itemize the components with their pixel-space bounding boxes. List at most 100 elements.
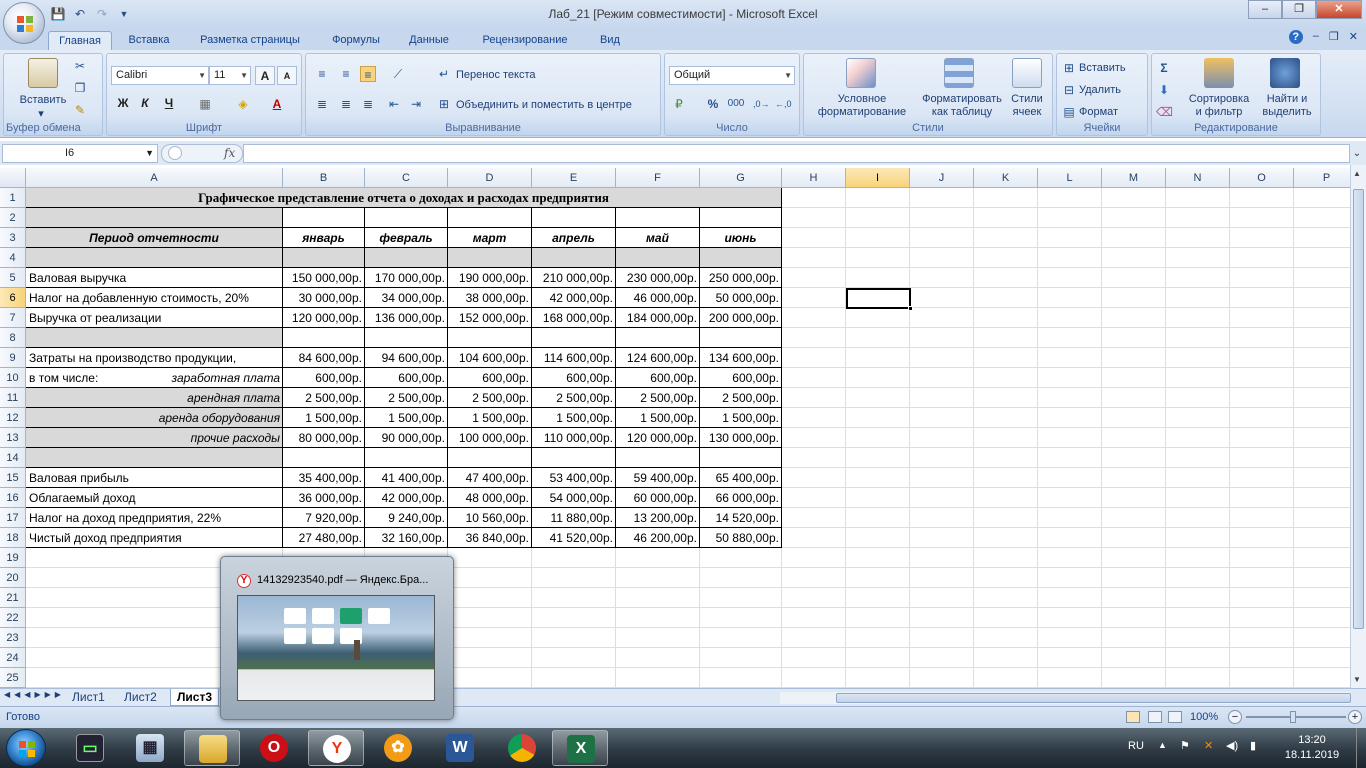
align-middle-icon[interactable]: ≡ [338,66,354,82]
align-left-icon[interactable]: ≣ [314,96,330,112]
column-header-F[interactable]: F [616,168,700,188]
column-header-P[interactable]: P [1294,168,1350,188]
paste-dropdown-icon[interactable]: ▾ [36,108,46,121]
taskbar-settings[interactable]: ✿ [370,730,426,766]
table-cell[interactable] [283,328,365,348]
row-header-1[interactable]: 1 [0,188,26,208]
value-cell[interactable]: 600,00р. [283,368,365,388]
row-header-10[interactable]: 10 [0,368,26,388]
show-desktop-button[interactable] [1356,728,1366,768]
format-painter-icon[interactable]: ✎ [72,102,88,118]
shrink-font-button[interactable]: A [277,66,297,85]
taskbar-word[interactable]: W [432,730,488,766]
value-cell[interactable]: 59 400,00р. [616,468,700,488]
tab-page-layout[interactable]: Разметка страницы [188,31,312,50]
column-header-G[interactable]: G [700,168,782,188]
wrap-text-button[interactable]: Перенос текста [456,69,536,81]
value-cell[interactable]: 2 500,00р. [448,388,532,408]
font-family-combo[interactable]: Calibri ▼ [111,66,209,85]
value-cell[interactable]: 54 000,00р. [532,488,616,508]
office-button[interactable] [3,2,45,44]
network-icon[interactable]: ▮ [1250,739,1256,752]
tray-app-icon[interactable]: ✕ [1204,739,1213,752]
column-header-C[interactable]: C [365,168,448,188]
table-cell[interactable] [616,448,700,468]
row-header-3[interactable]: 3 [0,228,26,248]
table-cell[interactable] [26,328,283,348]
month-header[interactable]: январь [283,228,365,248]
select-all-corner[interactable] [0,168,26,188]
tab-home[interactable]: Главная [48,31,112,50]
row-header-16[interactable]: 16 [0,488,26,508]
page-layout-view-icon[interactable] [1148,711,1162,723]
tab-insert[interactable]: Вставка [118,31,180,50]
value-cell[interactable]: 150 000,00р. [283,268,365,288]
percent-button[interactable]: % [705,96,721,112]
tab-view[interactable]: Вид [588,31,632,50]
close-button[interactable]: ✕ [1316,0,1362,19]
row-header-4[interactable]: 4 [0,248,26,268]
font-size-combo[interactable]: 11 ▼ [209,66,251,85]
value-cell[interactable]: 120 000,00р. [283,308,365,328]
sort-filter-button[interactable]: Сортировка и фильтр [1186,93,1252,119]
ribbon-restore-icon[interactable]: ❐ [1329,30,1339,44]
clock-time[interactable]: 13:20 [1282,734,1342,746]
orientation-icon[interactable]: ⟋ [390,66,406,82]
value-cell[interactable]: 2 500,00р. [365,388,448,408]
value-cell[interactable]: 65 400,00р. [700,468,782,488]
fill-handle[interactable] [908,306,913,311]
value-cell[interactable]: 2 500,00р. [700,388,782,408]
value-cell[interactable]: 13 200,00р. [616,508,700,528]
name-box[interactable]: I6 ▼ [2,144,158,163]
value-cell[interactable]: 2 500,00р. [283,388,365,408]
column-header-M[interactable]: M [1102,168,1166,188]
row-label[interactable]: Затраты на производство продукции, [26,348,283,368]
table-cell[interactable] [532,328,616,348]
table-cell[interactable] [700,328,782,348]
value-cell[interactable]: 168 000,00р. [532,308,616,328]
value-cell[interactable]: 1 500,00р. [365,408,448,428]
insert-cells-icon[interactable]: ⊞ [1061,60,1077,76]
value-cell[interactable]: 9 240,00р. [365,508,448,528]
italic-button[interactable]: К [135,94,155,113]
underline-button[interactable]: Ч [159,94,179,113]
column-header-B[interactable]: B [283,168,365,188]
table-cell[interactable] [616,328,700,348]
scroll-up-icon[interactable]: ▲ [1353,169,1361,178]
volume-icon[interactable]: ◀) [1226,739,1238,752]
fill-color-icon[interactable]: ◈ [235,96,251,112]
number-format-combo[interactable]: Общий ▼ [669,66,795,85]
align-top-icon[interactable]: ≡ [314,66,330,82]
merge-center-button[interactable]: Объединить и поместить в центре [456,99,632,111]
column-header-H[interactable]: H [782,168,846,188]
taskbar-terminal[interactable]: ▭ [62,730,118,766]
row-sublabel[interactable]: аренда оборудования [26,408,283,428]
vertical-scrollbar[interactable]: ▲ ▼ [1350,165,1366,688]
row-label[interactable]: Валовая выручка [26,268,283,288]
zoom-slider-thumb[interactable] [1290,711,1296,723]
value-cell[interactable]: 124 600,00р. [616,348,700,368]
value-cell[interactable]: 100 000,00р. [448,428,532,448]
month-header[interactable]: февраль [365,228,448,248]
value-cell[interactable]: 2 500,00р. [532,388,616,408]
row-header-9[interactable]: 9 [0,348,26,368]
value-cell[interactable]: 60 000,00р. [616,488,700,508]
minimize-button[interactable]: – [1248,0,1282,19]
tab-data[interactable]: Данные [398,31,460,50]
table-cell[interactable] [365,248,448,268]
row-header-6[interactable]: 6 [0,288,26,308]
month-header[interactable]: май [616,228,700,248]
value-cell[interactable]: 53 400,00р. [532,468,616,488]
font-color-icon[interactable]: A [269,96,285,112]
table-cell[interactable] [26,248,283,268]
format-as-table-button[interactable]: Форматировать как таблицу [914,93,1010,119]
value-cell[interactable]: 200 000,00р. [700,308,782,328]
wrap-text-icon[interactable]: ↵ [436,66,452,82]
maximize-button[interactable]: ❐ [1282,0,1316,19]
normal-view-icon[interactable] [1126,711,1140,723]
tab-formulas[interactable]: Формулы [320,31,392,50]
sheet-tab-2[interactable]: Лист2 [118,689,163,706]
value-cell[interactable]: 38 000,00р. [448,288,532,308]
ribbon-close-icon[interactable]: ✕ [1349,30,1358,44]
delete-cells-button[interactable]: Удалить [1079,84,1121,96]
